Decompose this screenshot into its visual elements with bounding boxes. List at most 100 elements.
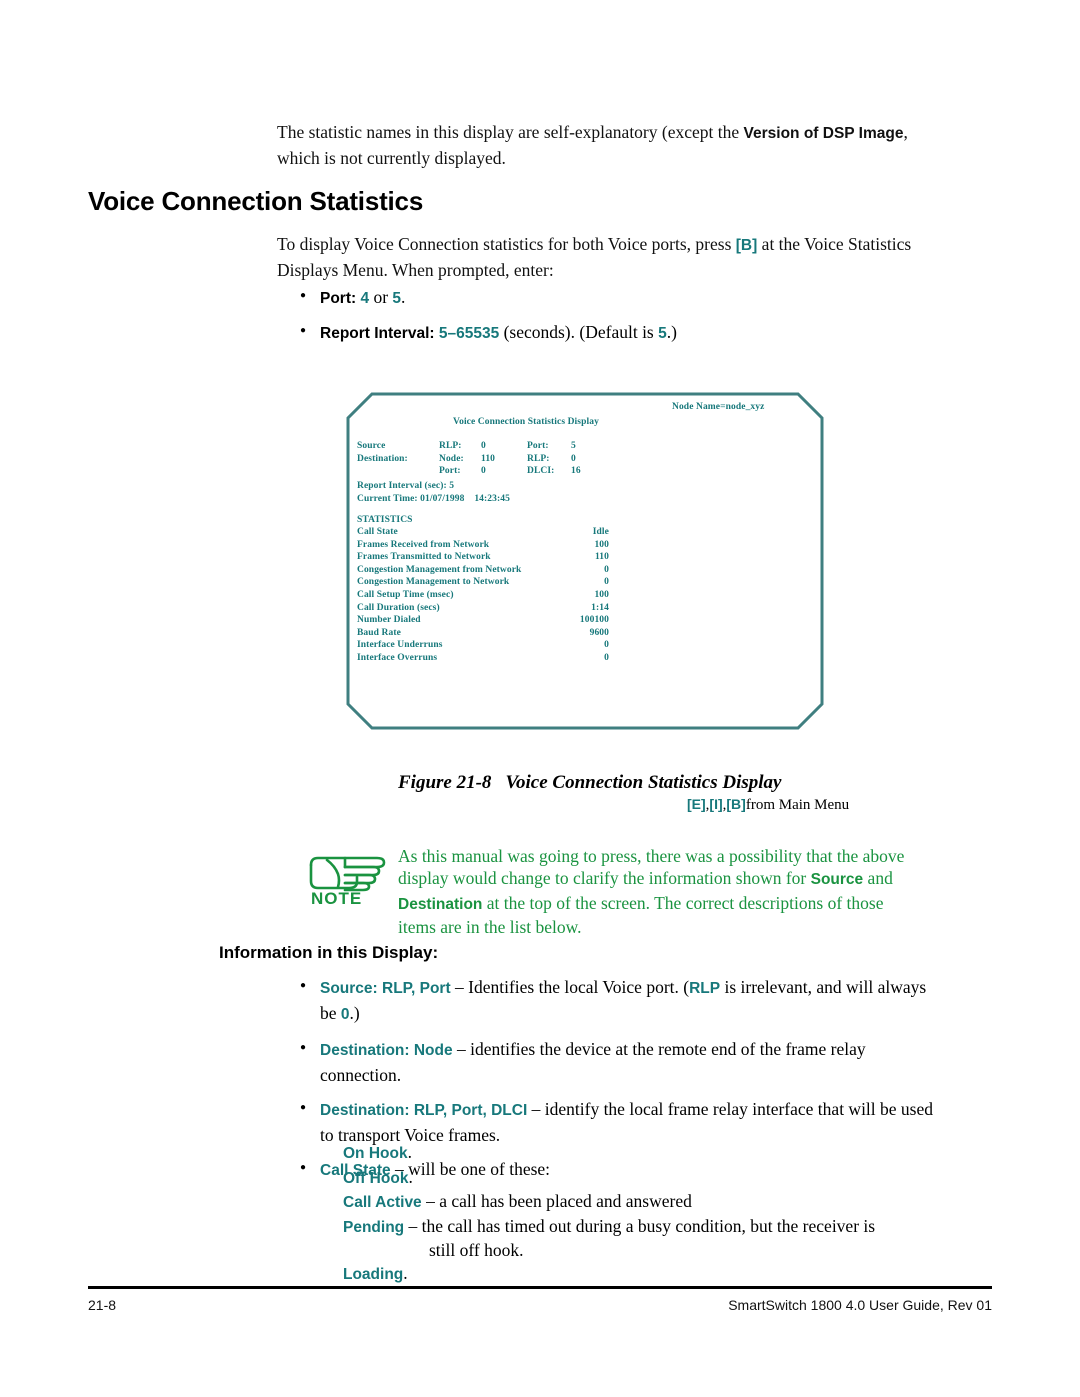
call-state-term: Off Hook [343, 1169, 409, 1187]
call-state-text: – a call has been placed and answered [421, 1191, 692, 1212]
note-bold-destination: Destination [398, 895, 483, 913]
call-state-term: Loading [343, 1265, 404, 1283]
stat-label: Congestion Management from Network [357, 564, 522, 575]
instructions-key-b: [B] [735, 237, 758, 254]
terminal-title: Voice Connection Statistics Display [453, 417, 599, 427]
info-text-1: – Identifies the local Voice port. ( [450, 977, 690, 997]
table-row: Frames Transmitted to Network 110 [357, 551, 609, 564]
prompt-mid: (seconds). (Default is [499, 322, 659, 342]
address-label: Destination: [357, 453, 408, 464]
address-field-1-key: Port: [439, 466, 461, 477]
call-state-options: On Hook. Off Hook. Call Active – a call … [343, 1141, 943, 1287]
stat-label: Interface Overruns [357, 652, 438, 663]
keys-tail: from Main Menu [745, 797, 850, 813]
info-term: Destination: RLP, Port, DLCI [320, 1102, 528, 1119]
terminal-statistics-table: Call State Idle Frames Received from Net… [357, 526, 609, 665]
info-term: Destination: Node [320, 1042, 453, 1059]
prompt-value-a: 4 [360, 290, 370, 307]
terminal-address-row: Port: 0 DLCI: 16 [357, 465, 657, 478]
list-item: Port: 4 or 5. [298, 284, 938, 311]
stat-value: 100100 [579, 615, 609, 626]
info-term: Source: RLP, Port [320, 980, 451, 997]
figure-caption: Figure 21-8 Voice Connection Statistics D… [398, 772, 782, 794]
stat-value: 9600 [589, 627, 609, 638]
stat-label: Interface Underruns [357, 640, 443, 651]
address-field-1-value: 0 [481, 441, 486, 451]
intro-paragraph: The statistic names in this display are … [277, 120, 927, 171]
info-term-2: RLP [689, 980, 721, 997]
note-bold-source: Source [810, 871, 864, 889]
address-field-2-value: 0 [571, 453, 576, 464]
stat-value: 100 [594, 589, 609, 600]
footer-guide-title: SmartSwitch 1800 4.0 User Guide, Rev 01 [728, 1297, 992, 1313]
stat-value: Idle [592, 527, 609, 537]
page-title: Voice Connection Statistics [88, 186, 424, 216]
call-state-text: . [407, 1142, 412, 1162]
call-state-text: . [403, 1262, 408, 1283]
prompt-list: Port: 4 or 5. Report Interval: 5–65535 (… [298, 284, 938, 355]
stat-value: 0 [604, 652, 609, 663]
prompt-label: Port [320, 290, 351, 307]
prompt-value-a: 5–65535 [438, 325, 500, 342]
table-row: Baud Rate 9600 [357, 627, 609, 640]
stat-label: Baud Rate [357, 627, 401, 638]
address-field-2-value: 5 [571, 441, 576, 451]
list-item: Destination: RLP, Port, DLCI – identify … [298, 1096, 943, 1147]
address-field-2-key: Port: [527, 441, 549, 451]
prompt-label: Report Interval [320, 325, 430, 342]
prompt-tail: . [401, 287, 406, 307]
stat-label: Call State [357, 527, 398, 537]
table-row: Congestion Management to Network 0 [357, 576, 609, 589]
table-row: Number Dialed 100100 [357, 614, 609, 627]
footer-divider [88, 1286, 992, 1289]
call-state-term: Pending [343, 1218, 405, 1236]
figure-title: Voice Connection Statistics Display [505, 772, 782, 793]
stat-value: 110 [594, 552, 609, 563]
prompt-sep: : [429, 325, 439, 342]
terminal-statistics-heading: STATISTICS [357, 515, 413, 525]
note-icon-label: NOTE [311, 889, 363, 908]
address-field-1-value: 0 [481, 466, 486, 477]
list-item: Source: RLP, Port – Identifies the local… [298, 974, 943, 1027]
terminal-node-name: Node Name=node_xyz [672, 402, 765, 412]
stat-label: Frames Transmitted to Network [357, 552, 491, 563]
terminal-screen-content: Node Name=node_xyz Voice Connection Stat… [346, 392, 824, 730]
stat-label: Number Dialed [357, 615, 421, 626]
info-section-heading: Information in this Display: [219, 943, 439, 962]
figure-keypath: [E],[I],[B]from Main Menu [687, 796, 849, 814]
intro-bold-term: Version of DSP Image [743, 125, 904, 142]
terminal-meta-block: Report Interval (sec): 5 Current Time: 0… [357, 480, 510, 505]
terminal-address-block: Source RLP: 0 Port: 5 Destination: Node:… [357, 440, 657, 478]
table-row: Congestion Management from Network 0 [357, 564, 609, 577]
key-b: [B] [726, 796, 746, 812]
table-row: Frames Received from Network 100 [357, 539, 609, 552]
instructions-text-1: To display Voice Connection statistics f… [277, 234, 736, 254]
table-row: Call State Idle [357, 526, 609, 539]
terminal-current-time: Current Time: 01/07/1998 14:23:45 [357, 493, 510, 504]
table-row: Call Duration (secs) 1:14 [357, 602, 609, 615]
prompt-value-b: 5 [658, 325, 667, 342]
address-field-2-key: RLP: [527, 453, 550, 464]
call-state-option: On Hook. [343, 1141, 943, 1166]
info-text-3: .) [349, 1003, 360, 1023]
note-text-2: and [863, 868, 893, 889]
stat-label: Call Duration (secs) [357, 602, 440, 613]
footer-page-number: 21-8 [88, 1297, 117, 1313]
list-item: Destination: Node – identifies the devic… [298, 1036, 943, 1087]
key-i: [I] [709, 796, 723, 812]
terminal-address-row: Source RLP: 0 Port: 5 [357, 440, 657, 453]
key-e: [E] [687, 796, 706, 812]
address-field-1-value: 110 [481, 453, 496, 464]
prompt-value-b: 5 [392, 290, 402, 307]
instructions-paragraph: To display Voice Connection statistics f… [277, 232, 932, 283]
table-row: Interface Underruns 0 [357, 639, 609, 652]
call-state-term: On Hook [343, 1145, 408, 1162]
call-state-text-cont: still off hook. [429, 1240, 524, 1261]
stat-value: 0 [604, 640, 609, 651]
intro-text-1: The statistic names in this display are … [277, 122, 744, 142]
figure-number: Figure 21-8 [398, 772, 492, 793]
address-field-2-key: DLCI: [527, 466, 555, 477]
stat-value: 0 [604, 564, 609, 575]
note-text: As this manual was going to press, there… [398, 845, 925, 939]
list-item: Report Interval: 5–65535 (seconds). (Def… [298, 319, 938, 346]
